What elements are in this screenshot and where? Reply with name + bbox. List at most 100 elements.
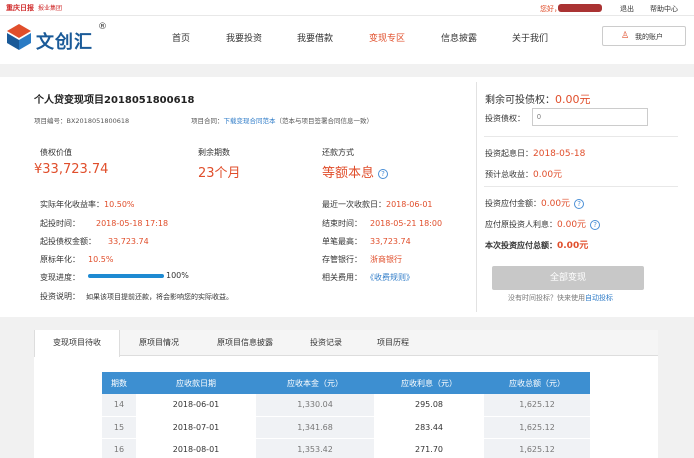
detail-progress-label: 变现进度： <box>40 273 80 282</box>
nav-disclosure[interactable]: 信息披露 <box>441 31 477 44</box>
tab-original-disclosure[interactable]: 原项目信息披露 <box>200 330 290 356</box>
start-label: 投资起息日： <box>485 149 533 158</box>
cell-period: 15 <box>102 416 136 439</box>
invest-due-amount: 投资应付金额：0.00元? <box>485 196 585 209</box>
panel-separator <box>484 186 678 187</box>
col-header-total: 应收总额（元） <box>484 372 590 394</box>
detail-custody-bank: 存管银行： 浙商银行 <box>322 254 402 265</box>
detail-label: 存管银行： <box>322 255 362 264</box>
detail-value: 2018-06-01 <box>386 200 433 209</box>
cell-period: 14 <box>102 394 136 417</box>
detail-value: 33,723.74 <box>370 237 411 246</box>
remaining-value: 0.00元 <box>555 93 591 106</box>
detail-value: 33,723.74 <box>108 237 149 246</box>
stat-value-value: ¥33,723.74 <box>34 162 109 177</box>
cell-interest: 283.44 <box>374 416 484 439</box>
nav-about[interactable]: 关于我们 <box>512 31 548 44</box>
progress-percent: 100% <box>166 271 189 280</box>
expected-label: 预计总收益： <box>485 170 533 179</box>
username-redacted <box>558 4 602 12</box>
tab-original-project[interactable]: 原项目情况 <box>124 330 194 356</box>
nav-cashout-zone[interactable]: 变现专区 <box>369 31 405 44</box>
partner-brand: 重庆日报 报业集团 <box>6 3 62 13</box>
detail-label: 单笔最高： <box>322 237 362 246</box>
fee-rules-link[interactable]: 《收费规则》 <box>370 273 414 282</box>
interest-value: 0.00元 <box>557 220 587 230</box>
col-header-date: 应收款日期 <box>136 372 256 394</box>
interest-label: 应付原投资人利息： <box>485 220 557 229</box>
nav-home[interactable]: 首页 <box>172 31 190 44</box>
cell-period: 16 <box>102 438 136 458</box>
invest-amount-input[interactable] <box>532 108 648 126</box>
my-account-button[interactable]: ♙ 我的账户 <box>602 26 686 46</box>
detail-value: 如果该项目提前还款，将会影响您的实际收益。 <box>86 293 233 301</box>
cell-principal: 1,341.68 <box>256 416 374 439</box>
total-label: 本次投资应付总额： <box>485 241 557 250</box>
cell-date: 2018-07-01 <box>136 416 256 439</box>
col-header-interest: 应收利息（元） <box>374 372 484 394</box>
detail-label: 结束时间： <box>322 219 362 228</box>
auto-bid-hint: 没有时间投标？快来使用自动投标 <box>508 293 613 303</box>
invest-claim-label: 投资债权： <box>485 114 525 123</box>
detail-value: 浙商银行 <box>370 255 402 264</box>
detail-max-single: 单笔最高： 33,723.74 <box>322 236 411 247</box>
col-header-principal: 应收本金（元） <box>256 372 374 394</box>
nav-borrow[interactable]: 我要借款 <box>297 31 333 44</box>
help-icon[interactable]: ? <box>378 168 389 179</box>
remaining-claim: 剩余可投债权：0.00元 <box>485 91 591 107</box>
logo-text[interactable]: 文创汇 <box>36 28 93 54</box>
table-row: 14 2018-06-01 1,330.04 295.08 1,625.12 <box>102 394 590 417</box>
detail-min-amount: 起投债权金额： 33,723.74 <box>40 236 149 247</box>
card-divider <box>476 82 477 312</box>
detail-label: 起投时间： <box>40 219 80 228</box>
start-value: 2018-05-18 <box>533 149 586 159</box>
detail-invest-note: 投资说明： 如果该项目提前还款，将会影响您的实际收益。 <box>40 291 233 302</box>
remaining-label: 剩余可投债权： <box>485 95 555 106</box>
cashout-progress-bar <box>88 274 164 278</box>
table-row: 15 2018-07-01 1,341.68 283.44 1,625.12 <box>102 416 590 439</box>
detail-label: 起投债权金额： <box>40 237 96 246</box>
my-account-label: 我的账户 <box>635 33 663 41</box>
cell-interest: 271.70 <box>374 438 484 458</box>
detail-end-time: 结束时间： 2018-05-21 18:00 <box>322 218 442 229</box>
project-contract: 项目合同：下载变现合同范本（范本与项目签署合同信息一致） <box>191 115 373 125</box>
total-payable: 本次投资应付总额：0.00元 <box>485 238 588 251</box>
panel-separator <box>484 136 678 137</box>
cell-total: 1,625.12 <box>484 416 590 439</box>
partner-brand-name: 重庆日报 <box>6 4 34 12</box>
detail-label: 相关费用： <box>322 273 362 282</box>
cashout-all-button[interactable]: 全部变现 <box>492 266 644 290</box>
detail-original-rate: 原标年化： 10.5% <box>40 254 113 265</box>
contract-download-link[interactable]: 下载变现合同范本 <box>224 117 276 125</box>
auto-bid-link[interactable]: 自动投标 <box>585 294 613 302</box>
cell-total: 1,625.12 <box>484 394 590 417</box>
original-investor-interest: 应付原投资人利息：0.00元? <box>485 217 601 230</box>
help-center-link[interactable]: 帮助中心 <box>650 4 678 14</box>
project-id: 项目编号：BX2018051800618 <box>34 117 130 125</box>
cell-principal: 1,353.42 <box>256 438 374 458</box>
logo-registered-mark: ® <box>98 22 107 32</box>
col-header-period: 期数 <box>102 372 136 394</box>
tab-project-history[interactable]: 项目历程 <box>362 330 424 356</box>
nav-invest[interactable]: 我要投资 <box>226 31 262 44</box>
cell-date: 2018-06-01 <box>136 394 256 417</box>
logo-mark-icon[interactable] <box>6 23 32 51</box>
tab-invest-records[interactable]: 投资记录 <box>296 330 356 356</box>
repay-method-value: 等额本息 <box>322 166 375 181</box>
help-icon[interactable]: ? <box>590 219 601 230</box>
cell-date: 2018-08-01 <box>136 438 256 458</box>
detail-value: 10.50% <box>104 200 135 209</box>
detail-annual-rate: 实际年化收益率：10.50% <box>40 199 135 210</box>
expected-value: 0.00元 <box>533 170 563 180</box>
contract-label: 项目合同： <box>191 117 224 125</box>
cell-principal: 1,330.04 <box>256 394 374 417</box>
logout-link[interactable]: 退出 <box>620 4 634 14</box>
stat-value-terms: 23个月 <box>198 166 241 181</box>
detail-label: 最近一次收款日： <box>322 200 386 209</box>
tab-pending-receipts[interactable]: 变现项目待收 <box>34 330 120 357</box>
project-title: 个人贷变现项目2018051800618 <box>34 95 195 106</box>
partner-brand-sub: 报业集团 <box>38 5 63 12</box>
help-icon[interactable]: ? <box>574 198 585 209</box>
detail-value: 2018-05-18 17:18 <box>96 219 169 228</box>
cell-total: 1,625.12 <box>484 438 590 458</box>
